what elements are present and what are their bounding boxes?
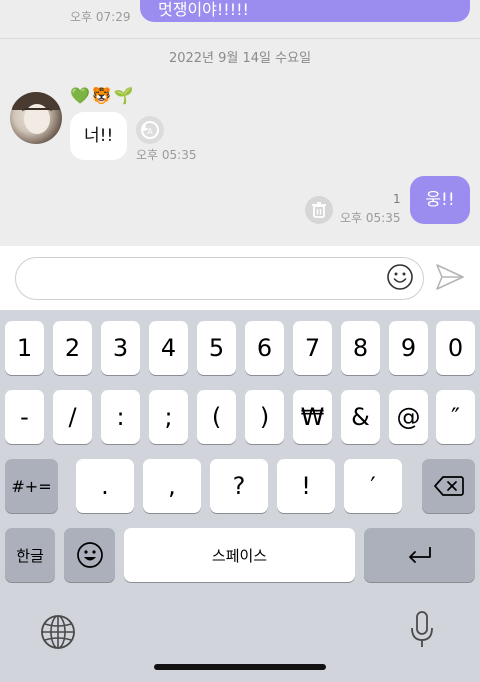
globe-icon[interactable]: [40, 614, 76, 650]
send-icon[interactable]: [434, 262, 466, 292]
key-exclamation[interactable]: !: [277, 459, 335, 513]
key-at[interactable]: @: [389, 390, 428, 444]
key-hyphen[interactable]: -: [5, 390, 44, 444]
date-separator: 2022년 9월 14일 수요일: [168, 51, 312, 66]
key-prime[interactable]: ′: [344, 459, 402, 513]
message-time: 오후 07:29: [70, 10, 131, 24]
backspace-key[interactable]: [422, 459, 475, 513]
avatar[interactable]: [10, 92, 62, 144]
key-won[interactable]: ₩: [293, 390, 332, 444]
key-close-paren[interactable]: ): [245, 390, 284, 444]
sender-name-emojis: 💚🐯🌱: [70, 86, 136, 105]
message-time: 오후 05:35: [136, 148, 197, 162]
return-key[interactable]: [364, 528, 475, 582]
space-key[interactable]: 스페이스: [124, 528, 355, 582]
key-5[interactable]: 5: [197, 321, 236, 375]
svg-text:A: A: [147, 127, 153, 136]
trash-icon[interactable]: [305, 196, 333, 224]
key-7[interactable]: 7: [293, 321, 332, 375]
key-colon[interactable]: :: [101, 390, 140, 444]
backspace-icon: [433, 476, 464, 496]
outgoing-message-bubble[interactable]: 웅!!: [410, 176, 470, 224]
key-ampersand[interactable]: &: [341, 390, 380, 444]
smiley-icon: [76, 542, 103, 568]
key-6[interactable]: 6: [245, 321, 284, 375]
key-slash[interactable]: /: [53, 390, 92, 444]
smiley-icon[interactable]: [386, 263, 414, 291]
chat-area: 멋쟁이야!!!!! 오후 07:29 2022년 9월 14일 수요일 💚🐯🌱 …: [0, 0, 480, 246]
key-double-prime[interactable]: ″: [436, 390, 475, 444]
key-semicolon[interactable]: ;: [149, 390, 188, 444]
return-icon: [408, 547, 431, 563]
microphone-icon[interactable]: [408, 610, 436, 650]
key-period[interactable]: .: [76, 459, 134, 513]
incoming-message-bubble[interactable]: 너!!: [70, 112, 128, 160]
reply-icon[interactable]: A: [136, 116, 164, 144]
key-comma[interactable]: ,: [143, 459, 201, 513]
symbols-toggle-button[interactable]: #+=: [5, 459, 58, 513]
message-time: 오후 05:35: [340, 211, 401, 225]
divider: [0, 38, 480, 39]
key-9[interactable]: 9: [389, 321, 428, 375]
unread-count: 1: [393, 192, 401, 206]
key-8[interactable]: 8: [341, 321, 380, 375]
key-1[interactable]: 1: [5, 321, 44, 375]
home-indicator[interactable]: [154, 664, 326, 670]
message-input[interactable]: [15, 257, 424, 300]
language-key[interactable]: 한글: [5, 528, 55, 582]
key-4[interactable]: 4: [149, 321, 188, 375]
key-3[interactable]: 3: [101, 321, 140, 375]
key-open-paren[interactable]: (: [197, 390, 236, 444]
key-0[interactable]: 0: [436, 321, 475, 375]
emoji-keyboard-key[interactable]: [64, 528, 115, 582]
key-2[interactable]: 2: [53, 321, 92, 375]
key-question[interactable]: ?: [210, 459, 268, 513]
outgoing-message-bubble-prev[interactable]: 멋쟁이야!!!!!: [140, 0, 470, 22]
message-text: 멋쟁이야!!!!!: [158, 0, 249, 19]
